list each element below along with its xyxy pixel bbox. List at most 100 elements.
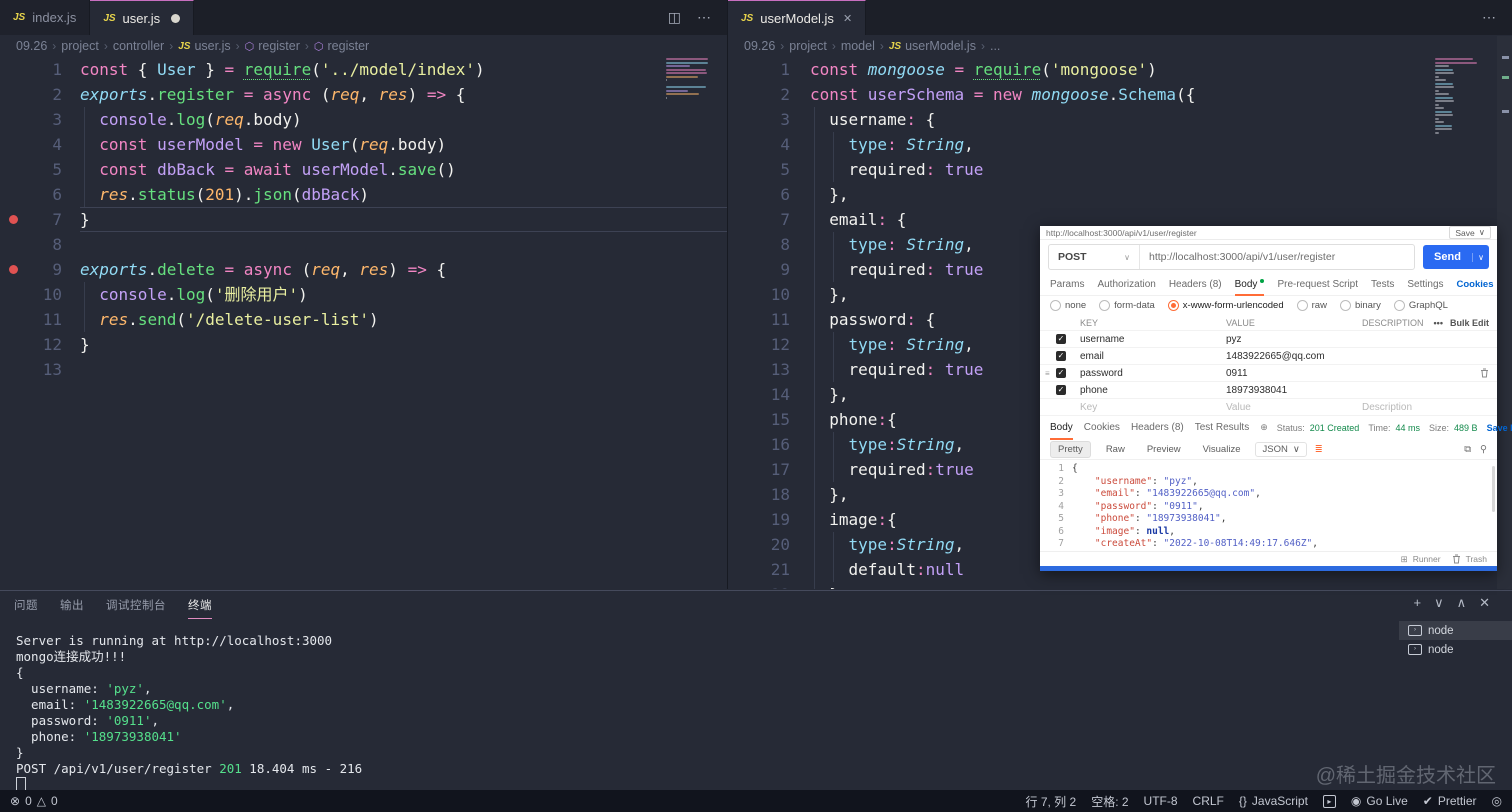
- minimap[interactable]: [666, 58, 710, 102]
- method-select[interactable]: POST ∨: [1049, 245, 1140, 269]
- panel-tab-调试控制台[interactable]: 调试控制台: [106, 591, 166, 618]
- breakpoint-dot[interactable]: [9, 215, 18, 224]
- cell-key[interactable]: password: [1080, 368, 1226, 379]
- cell-key[interactable]: phone: [1080, 385, 1226, 396]
- request-tab-Headers (8)[interactable]: Headers (8): [1169, 274, 1222, 295]
- body-mode-raw[interactable]: raw: [1296, 300, 1327, 311]
- body-mode-GraphQL[interactable]: GraphQL: [1393, 300, 1448, 311]
- url-input[interactable]: http://localhost:3000/api/v1/user/regist…: [1140, 251, 1344, 263]
- status-item-行 7, 列 2[interactable]: 行 7, 列 2: [1026, 793, 1077, 810]
- editor-tab-userModel.js[interactable]: JS userModel.js ✕: [728, 0, 867, 35]
- breadcrumb-item[interactable]: JS user.js: [178, 39, 230, 53]
- body-mode-form-data[interactable]: form-data: [1099, 300, 1155, 311]
- cell-value[interactable]: pyz: [1226, 334, 1362, 345]
- response-tab-Body[interactable]: Body: [1050, 416, 1073, 440]
- code-editor-user-js[interactable]: 1 const { User } = require('../model/inde…: [0, 57, 727, 589]
- new-terminal-button[interactable]: +: [1413, 595, 1421, 611]
- close-panel-icon[interactable]: ✕: [1479, 595, 1490, 611]
- maximize-panel-icon[interactable]: ∧: [1457, 595, 1467, 611]
- body-mode-x-www-form-urlencoded[interactable]: x-www-form-urlencoded: [1167, 300, 1284, 311]
- close-icon[interactable]: ✕: [843, 12, 852, 25]
- status-item-JavaScript[interactable]: {} JavaScript: [1239, 794, 1308, 808]
- status-item-UTF-8[interactable]: UTF-8: [1144, 794, 1178, 808]
- cell-value[interactable]: 1483922665@qq.com: [1226, 351, 1362, 362]
- breadcrumb-item[interactable]: project: [61, 39, 99, 53]
- send-button[interactable]: Send ∨: [1423, 245, 1489, 269]
- view-Raw[interactable]: Raw: [1099, 442, 1132, 457]
- editor-tab-index.js[interactable]: JS index.js: [0, 0, 91, 35]
- save-response-button[interactable]: Save Response∨: [1487, 422, 1512, 433]
- cell-description-placeholder[interactable]: Description: [1362, 402, 1422, 413]
- format-dropdown[interactable]: JSON ∨: [1255, 441, 1307, 457]
- response-tab-Cookies[interactable]: Cookies: [1084, 416, 1120, 439]
- panel-tab-问题[interactable]: 问题: [14, 591, 38, 618]
- checkbox-checked[interactable]: ✓: [1056, 351, 1066, 361]
- breadcrumb-item[interactable]: ⬡ register: [245, 39, 300, 53]
- save-button[interactable]: Save ∨: [1449, 226, 1491, 239]
- response-tab-Test Results[interactable]: Test Results: [1195, 416, 1249, 439]
- breakpoint-dot[interactable]: [9, 265, 18, 274]
- split-editor-icon[interactable]: ◫: [668, 9, 681, 26]
- checkbox-checked[interactable]: ✓: [1056, 368, 1066, 378]
- cell-value[interactable]: 0911: [1226, 368, 1362, 379]
- bulk-edit[interactable]: ••• Bulk Edit: [1422, 318, 1497, 328]
- request-tab-Params[interactable]: Params: [1050, 274, 1084, 295]
- json-token: "18973938041": [1146, 513, 1221, 524]
- status-item-CRLF[interactable]: CRLF: [1193, 794, 1224, 808]
- response-json-viewer[interactable]: 1{2 "username": "pyz", 3 "email": "148392…: [1040, 459, 1497, 551]
- copy-icon[interactable]: ⧉: [1464, 444, 1471, 455]
- breadcrumb-item[interactable]: 09.26: [744, 39, 775, 53]
- terminal-session-node[interactable]: › node: [1399, 621, 1512, 640]
- cell-value[interactable]: 18973938041: [1226, 385, 1362, 396]
- trash-button[interactable]: Trash: [1452, 554, 1487, 564]
- breadcrumb-item[interactable]: project: [789, 39, 827, 53]
- drag-handle-icon[interactable]: ≡: [1045, 369, 1052, 378]
- editor-tab-user.js[interactable]: JS user.js: [90, 0, 195, 35]
- more-actions-icon[interactable]: ⋯: [1482, 9, 1496, 26]
- panel-tab-输出[interactable]: 输出: [60, 591, 84, 618]
- breadcrumb-item[interactable]: 09.26: [16, 39, 47, 53]
- status-item-icon[interactable]: ◎: [1492, 794, 1502, 808]
- panel-tab-终端[interactable]: 终端: [188, 591, 212, 619]
- request-tab-Settings[interactable]: Settings: [1407, 274, 1443, 295]
- terminal-profile-dropdown-icon[interactable]: ∨: [1434, 595, 1444, 611]
- body-mode-binary[interactable]: binary: [1339, 300, 1381, 311]
- response-tab-Headers (8)[interactable]: Headers (8): [1131, 416, 1184, 439]
- cell-key[interactable]: email: [1080, 351, 1226, 362]
- view-Preview[interactable]: Preview: [1140, 442, 1188, 457]
- search-icon[interactable]: ⚲: [1480, 444, 1487, 455]
- breadcrumb-item[interactable]: ...: [990, 39, 1000, 53]
- checkbox-checked[interactable]: ✓: [1056, 334, 1066, 344]
- cell-key-placeholder[interactable]: Key: [1080, 402, 1226, 413]
- minimap[interactable]: [1435, 58, 1479, 134]
- view-Visualize[interactable]: Visualize: [1196, 442, 1248, 457]
- trash-icon[interactable]: [1480, 368, 1489, 378]
- runner-button[interactable]: ⊞ Runner: [1401, 554, 1441, 565]
- problems-status[interactable]: ⊗ 0 △ 0: [10, 794, 58, 808]
- scrollbar[interactable]: [1492, 466, 1495, 512]
- cell-value-placeholder[interactable]: Value: [1226, 402, 1362, 413]
- more-actions-icon[interactable]: ⋯: [697, 9, 711, 26]
- breadcrumb-item[interactable]: controller: [113, 39, 164, 53]
- cell-key[interactable]: username: [1080, 334, 1226, 345]
- wrap-lines-icon[interactable]: ≣: [1315, 444, 1323, 455]
- checkbox-checked[interactable]: ✓: [1056, 385, 1066, 395]
- body-mode-label: GraphQL: [1408, 300, 1448, 311]
- view-Pretty[interactable]: Pretty: [1050, 440, 1091, 458]
- terminal-output[interactable]: Server is running at http://localhost:30…: [16, 633, 1392, 792]
- request-tab-Body[interactable]: Body: [1234, 274, 1265, 296]
- status-item-Prettier[interactable]: ✔ Prettier: [1423, 794, 1477, 808]
- request-tab-Pre-request Script[interactable]: Pre-request Script: [1277, 274, 1358, 295]
- breadcrumb-item[interactable]: JS userModel.js: [889, 39, 976, 53]
- status-item-空格: 2[interactable]: 空格: 2: [1091, 793, 1128, 810]
- request-tab-Tests[interactable]: Tests: [1371, 274, 1394, 295]
- request-tab-Authorization[interactable]: Authorization: [1097, 274, 1155, 295]
- breadcrumb-item[interactable]: ⬡ register: [314, 39, 369, 53]
- status-item-Go Live[interactable]: ◉ Go Live: [1351, 794, 1408, 808]
- body-mode-none[interactable]: none: [1050, 300, 1086, 311]
- breadcrumb-item[interactable]: model: [841, 39, 875, 53]
- cookies-link[interactable]: Cookies: [1457, 279, 1494, 290]
- status-item-icon[interactable]: ▸: [1322, 794, 1336, 808]
- terminal-session-node[interactable]: › node: [1399, 640, 1512, 659]
- overview-ruler[interactable]: [1497, 36, 1512, 589]
